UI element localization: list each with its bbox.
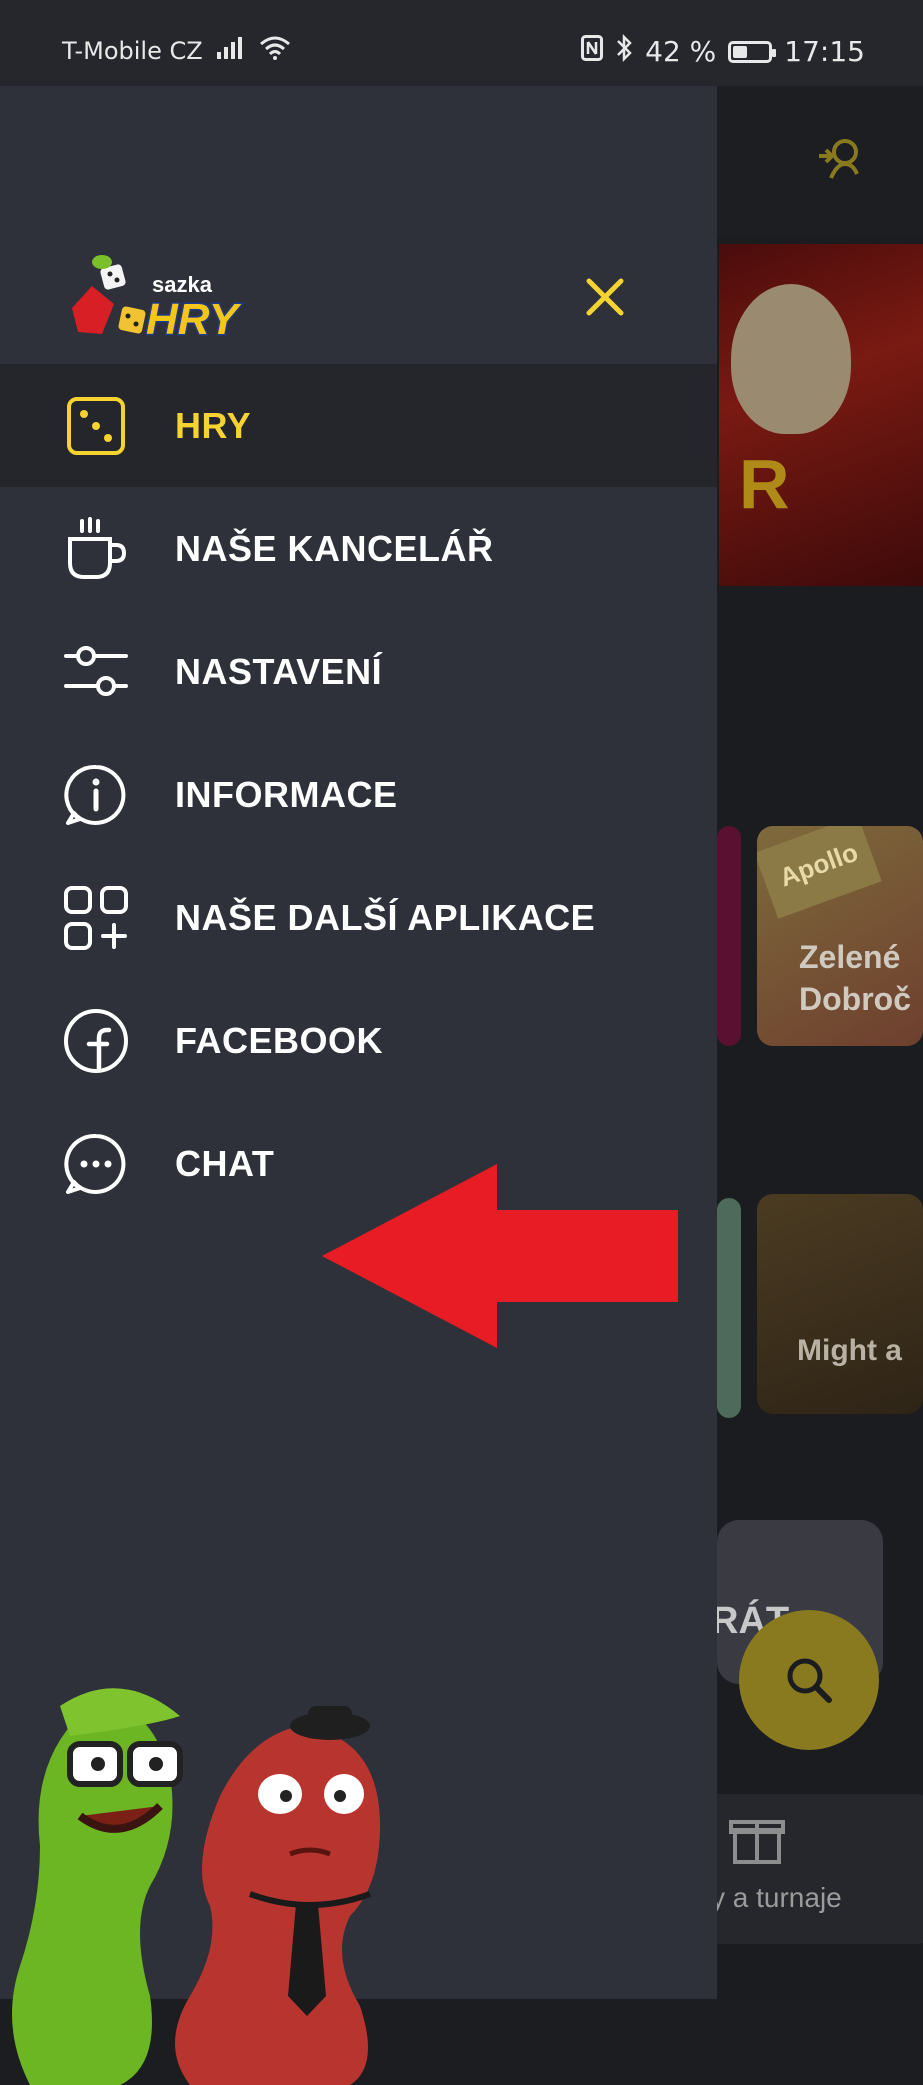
clock: 17:15 <box>784 35 865 68</box>
nfc-icon <box>581 35 604 68</box>
game-tile-apollo[interactable]: Apollo Zelené Dobroč <box>757 826 923 1046</box>
menu-item-nase-kancelar[interactable]: NAŠE KANCELÁŘ <box>0 487 717 610</box>
status-bar: T-Mobile CZ 42 % 17:15 <box>0 0 923 86</box>
red-arrow-annotation <box>322 1164 678 1348</box>
menu-item-label: FACEBOOK <box>175 1019 384 1061</box>
menu-item-facebook[interactable]: FACEBOOK <box>0 979 717 1102</box>
close-icon <box>586 278 624 316</box>
status-right: 42 % 17:15 <box>581 33 865 69</box>
status-left: T-Mobile CZ <box>62 36 291 66</box>
bottom-nav-label: sy a turnaje <box>717 1882 842 1913</box>
sliders-icon <box>62 638 130 706</box>
background-topbar <box>717 86 923 236</box>
dice-icon <box>62 392 130 460</box>
battery-icon <box>728 40 777 63</box>
apps-grid-icon <box>62 884 130 952</box>
game-tile-might[interactable]: Might a <box>757 1194 923 1414</box>
game-tile-title: Zelené Dobroč <box>799 939 911 1017</box>
info-icon <box>62 761 130 829</box>
menu-item-informace[interactable]: INFORMACE <box>0 733 717 856</box>
sazka-hry-logo: sazka HRY <box>72 255 243 346</box>
menu-item-label: NASTAVENÍ <box>175 650 383 692</box>
menu-item-label: NAŠE DALŠÍ APLIKACE <box>175 896 596 938</box>
jackpot-badge: Apollo <box>757 826 882 919</box>
battery-percent: 42 % <box>645 35 717 68</box>
menu-item-hry[interactable]: HRY <box>0 364 717 487</box>
game-tile-title: Might a <box>797 1334 902 1367</box>
menu-item-label: CHAT <box>175 1142 275 1184</box>
bluetooth-icon <box>615 33 633 69</box>
signal-icon <box>216 37 245 65</box>
drawer-menu: HRY NAŠE KANCELÁŘ NASTAVENÍ INFORMACE NA… <box>0 364 717 1225</box>
background-app: R Apollo Zelené Dobroč Might a RÁT sy a … <box>717 86 923 1999</box>
featured-game-banner[interactable]: R <box>719 244 923 586</box>
gift-icon <box>729 1820 785 1864</box>
menu-item-label: NAŠE KANCELÁŘ <box>175 527 494 569</box>
game-tile[interactable] <box>717 826 741 1046</box>
bottom-nav-tournaments[interactable]: sy a turnaje <box>717 1794 923 1944</box>
mascots-illustration <box>12 1688 380 2085</box>
logo-main-text: HRY <box>146 295 242 344</box>
coffee-cup-icon <box>62 515 130 583</box>
chat-icon <box>62 1130 130 1198</box>
search-button[interactable] <box>739 1610 879 1750</box>
logo-small-text: sazka <box>152 272 213 297</box>
menu-item-label: HRY <box>175 404 252 446</box>
carrier-name: T-Mobile CZ <box>62 37 203 65</box>
close-button[interactable] <box>572 264 638 330</box>
menu-item-label: INFORMACE <box>175 773 398 815</box>
menu-item-nastaveni[interactable]: NASTAVENÍ <box>0 610 717 733</box>
facebook-icon <box>62 1007 130 1075</box>
wifi-icon <box>259 36 291 66</box>
battery-fill <box>733 45 748 58</box>
game-tile[interactable] <box>717 1198 741 1418</box>
user-login-icon[interactable] <box>817 134 865 182</box>
search-icon <box>787 1658 832 1703</box>
navigation-drawer: sazka HRY HRY NAŠE KANCELÁŘ NASTAVENÍ IN… <box>0 86 717 2085</box>
jester-mask-image <box>731 284 851 434</box>
banner-art-letters: R <box>739 445 790 523</box>
menu-item-nase-dalsi-aplikace[interactable]: NAŠE DALŠÍ APLIKACE <box>0 856 717 979</box>
